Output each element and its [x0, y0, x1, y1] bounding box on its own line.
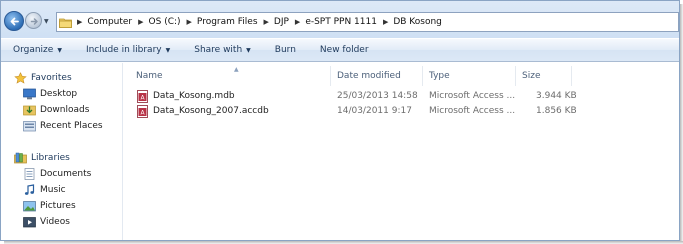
column-header-name[interactable]: ▲ Name: [130, 66, 331, 86]
favorites-label: Favorites: [31, 73, 72, 83]
chevron-right-icon[interactable]: ▶: [77, 18, 82, 26]
sidebar-group-libraries[interactable]: Libraries: [14, 152, 70, 164]
sidebar-item-label: Desktop: [40, 89, 78, 99]
chevron-right-icon[interactable]: ▶: [138, 18, 143, 26]
file-row[interactable]: A Data_Kosong_2007.accdb 14/03/2011 9:17…: [132, 104, 577, 120]
sidebar-item-label: Music: [40, 185, 66, 195]
music-icon: [24, 184, 35, 195]
access-database-icon: A: [137, 90, 148, 103]
sidebar-item-documents[interactable]: Documents: [23, 168, 91, 180]
chevron-right-icon[interactable]: ▶: [187, 18, 192, 26]
include-in-library-label: Include in library: [85, 45, 162, 55]
breadcrumb-db-kosong[interactable]: DB Kosong: [393, 17, 442, 27]
access-database-icon: A: [137, 105, 148, 118]
back-arrow-icon: [10, 17, 19, 26]
file-size: 1.856 KB: [536, 106, 577, 116]
chevron-right-icon[interactable]: ▶: [383, 18, 388, 26]
column-header-size[interactable]: Size: [516, 66, 572, 86]
column-header-label: Date modified: [337, 71, 401, 81]
recent-places-icon: [23, 121, 36, 132]
recent-pages-dropdown[interactable]: ▼: [44, 18, 49, 25]
chevron-right-icon[interactable]: ▶: [264, 18, 269, 26]
documents-icon: [24, 168, 35, 180]
breadcrumb-program-files[interactable]: Program Files: [197, 17, 258, 27]
pictures-icon: [23, 201, 36, 212]
libraries-icon: [14, 152, 27, 164]
breadcrumb-os-drive[interactable]: OS (C:): [149, 17, 181, 27]
downloads-icon: [23, 105, 36, 116]
command-bar: Organize ▼ Include in library ▼ Share wi…: [1, 38, 679, 62]
chevron-down-icon: ▼: [57, 46, 62, 54]
organize-button[interactable]: Organize ▼: [1, 45, 74, 55]
new-folder-label: New folder: [319, 45, 369, 55]
column-header-label: Type: [429, 71, 450, 81]
column-header-label: Name: [136, 71, 163, 81]
share-with-button[interactable]: Share with ▼: [182, 45, 263, 55]
breadcrumb-espt[interactable]: e-SPT PPN 1111: [305, 17, 377, 27]
file-type: Microsoft Access ...: [429, 106, 516, 116]
chevron-down-icon: ▼: [165, 46, 171, 54]
burn-label: Burn: [274, 45, 296, 55]
star-icon: [14, 72, 27, 84]
videos-icon: [23, 217, 36, 228]
explorer-window: ▼ ▶ Computer ▶ OS (C:) ▶ Program Files ▶…: [0, 0, 680, 241]
address-bar[interactable]: ▶ Computer ▶ OS (C:) ▶ Program Files ▶ D…: [56, 12, 679, 32]
sidebar-item-recent-places[interactable]: Recent Places: [23, 120, 103, 132]
libraries-label: Libraries: [31, 153, 70, 163]
sidebar-item-label: Documents: [40, 169, 92, 179]
sidebar-item-pictures[interactable]: Pictures: [23, 200, 76, 212]
file-row[interactable]: A Data_Kosong.mdb 25/03/2013 14:58 Micro…: [132, 89, 577, 105]
sidebar-item-downloads[interactable]: Downloads: [23, 104, 89, 116]
navigation-pane: Favorites Desktop Downloads Recent Place…: [1, 63, 123, 240]
include-in-library-button[interactable]: Include in library ▼: [74, 45, 182, 55]
back-button[interactable]: [4, 11, 24, 31]
forward-button[interactable]: [25, 12, 42, 29]
column-header-type[interactable]: Type: [423, 66, 516, 86]
sidebar-item-music[interactable]: Music: [23, 184, 66, 196]
new-folder-button[interactable]: New folder: [308, 45, 381, 55]
column-header-date-modified[interactable]: Date modified: [331, 66, 423, 86]
file-size: 3.944 KB: [536, 91, 577, 101]
folder-icon: [59, 18, 72, 28]
chevron-right-icon[interactable]: ▶: [295, 18, 300, 26]
desktop-icon: [23, 88, 36, 100]
sidebar-item-desktop[interactable]: Desktop: [23, 88, 77, 100]
share-with-label: Share with: [194, 45, 243, 55]
sidebar-group-favorites[interactable]: Favorites: [14, 72, 72, 84]
sidebar-item-label: Recent Places: [40, 121, 103, 131]
forward-arrow-icon: [30, 18, 38, 25]
breadcrumb-djp[interactable]: DJP: [274, 17, 289, 27]
column-header-label: Size: [522, 71, 541, 81]
navigation-bar: ▼ ▶ Computer ▶ OS (C:) ▶ Program Files ▶…: [1, 1, 679, 38]
chevron-down-icon: ▼: [246, 46, 251, 54]
sidebar-item-label: Videos: [40, 217, 70, 227]
file-name: Data_Kosong_2007.accdb: [153, 106, 269, 116]
burn-button[interactable]: Burn: [263, 45, 308, 55]
breadcrumb-computer[interactable]: Computer: [87, 17, 132, 27]
sort-indicator-icon: ▲: [234, 66, 239, 73]
file-date: 25/03/2013 14:58: [337, 91, 418, 101]
sidebar-item-videos[interactable]: Videos: [23, 216, 70, 228]
file-date: 14/03/2011 9:17: [337, 106, 412, 116]
file-list: ▲ Name Date modified Type Size A Data_Ko…: [124, 63, 679, 240]
file-type: Microsoft Access ...: [429, 91, 516, 101]
sidebar-item-label: Downloads: [40, 105, 90, 115]
organize-label: Organize: [13, 45, 54, 55]
sidebar-item-label: Pictures: [40, 201, 76, 211]
file-name: Data_Kosong.mdb: [153, 91, 235, 101]
